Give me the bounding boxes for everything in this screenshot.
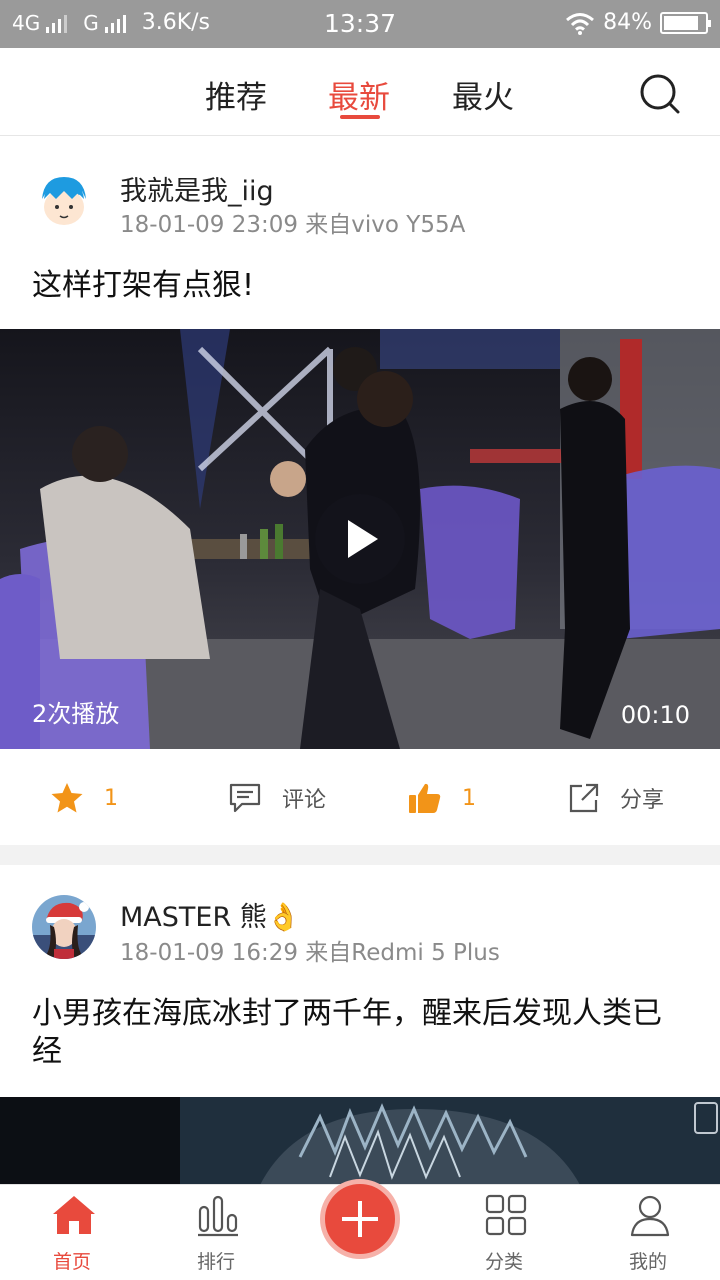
- star-icon: [51, 783, 83, 813]
- ranking-icon: [198, 1195, 238, 1237]
- top-nav: 推荐 最新 最火: [0, 48, 720, 136]
- thumbs-up-icon: [409, 783, 441, 813]
- post-caption[interactable]: 这样打架有点狠!: [32, 267, 688, 305]
- post-meta: 18-01-09 16:29 来自Redmi 5 Plus: [120, 940, 500, 966]
- post-card: 我就是我_iig 18-01-09 23:09 来自vivo Y55A 这样打架…: [0, 137, 720, 845]
- grid-icon: [485, 1194, 527, 1236]
- username[interactable]: 我就是我_iig: [120, 169, 274, 208]
- video-scene: [0, 1097, 720, 1185]
- comment-label: 评论: [282, 788, 327, 813]
- active-tab-indicator: [340, 115, 380, 119]
- nav-profile-label: 我的: [628, 1251, 667, 1273]
- favorite-count: 1: [104, 785, 118, 811]
- post-card: MASTER 熊👌 18-01-09 16:29 来自Redmi 5 Plus …: [0, 865, 720, 1185]
- battery-level: [664, 15, 698, 30]
- profile-icon: [630, 1195, 670, 1237]
- nav-home[interactable]: 首页: [22, 1185, 122, 1280]
- nav-profile[interactable]: 我的: [598, 1185, 698, 1280]
- tab-hottest[interactable]: 最火: [452, 72, 514, 117]
- play-icon: [348, 520, 378, 558]
- like-count: 1: [462, 785, 476, 811]
- share-button[interactable]: 分享: [568, 749, 664, 847]
- nav-home-label: 首页: [52, 1251, 91, 1273]
- add-button[interactable]: [320, 1179, 400, 1259]
- nav-category[interactable]: 分类: [454, 1185, 554, 1280]
- share-icon: [569, 783, 599, 813]
- like-button[interactable]: 1: [408, 749, 476, 847]
- avatar[interactable]: [32, 169, 96, 233]
- comment-icon: [229, 783, 261, 813]
- share-label: 分享: [620, 788, 665, 813]
- tab-latest[interactable]: 最新: [328, 72, 390, 117]
- comment-button[interactable]: 评论: [228, 749, 326, 847]
- nav-category-label: 分类: [484, 1251, 523, 1273]
- avatar[interactable]: [32, 895, 96, 959]
- nav-ranking-label: 排行: [196, 1251, 235, 1273]
- video-thumbnail[interactable]: 2次播放 00:10: [0, 329, 720, 749]
- home-icon: [53, 1196, 95, 1234]
- video-thumbnail[interactable]: [0, 1097, 720, 1185]
- post-actions: 1 评论 1 分享: [0, 749, 720, 847]
- post-caption[interactable]: 小男孩在海底冰封了两千年，醒来后发现人类已经: [32, 995, 688, 1071]
- plus-icon-vertical: [358, 1201, 362, 1237]
- bottom-nav: 首页 排行 分类 我的: [0, 1179, 720, 1280]
- favorite-button[interactable]: 1: [50, 749, 118, 847]
- tab-recommended[interactable]: 推荐: [205, 72, 267, 117]
- status-right: 84%: [565, 10, 711, 35]
- battery-icon: [660, 11, 711, 34]
- post-meta: 18-01-09 23:09 来自vivo Y55A: [120, 212, 466, 238]
- play-count: 2次播放: [32, 700, 120, 728]
- post-divider: [0, 845, 720, 865]
- nav-ranking[interactable]: 排行: [166, 1185, 266, 1280]
- wifi-icon: [566, 12, 595, 35]
- search-icon[interactable]: [640, 74, 680, 114]
- battery-percent: 84%: [603, 10, 652, 35]
- status-bar: 4G G 3.6K/s 13:37 84%: [0, 0, 720, 48]
- video-duration: 00:10: [620, 701, 690, 729]
- username[interactable]: MASTER 熊👌: [120, 895, 300, 934]
- play-button[interactable]: [315, 494, 405, 584]
